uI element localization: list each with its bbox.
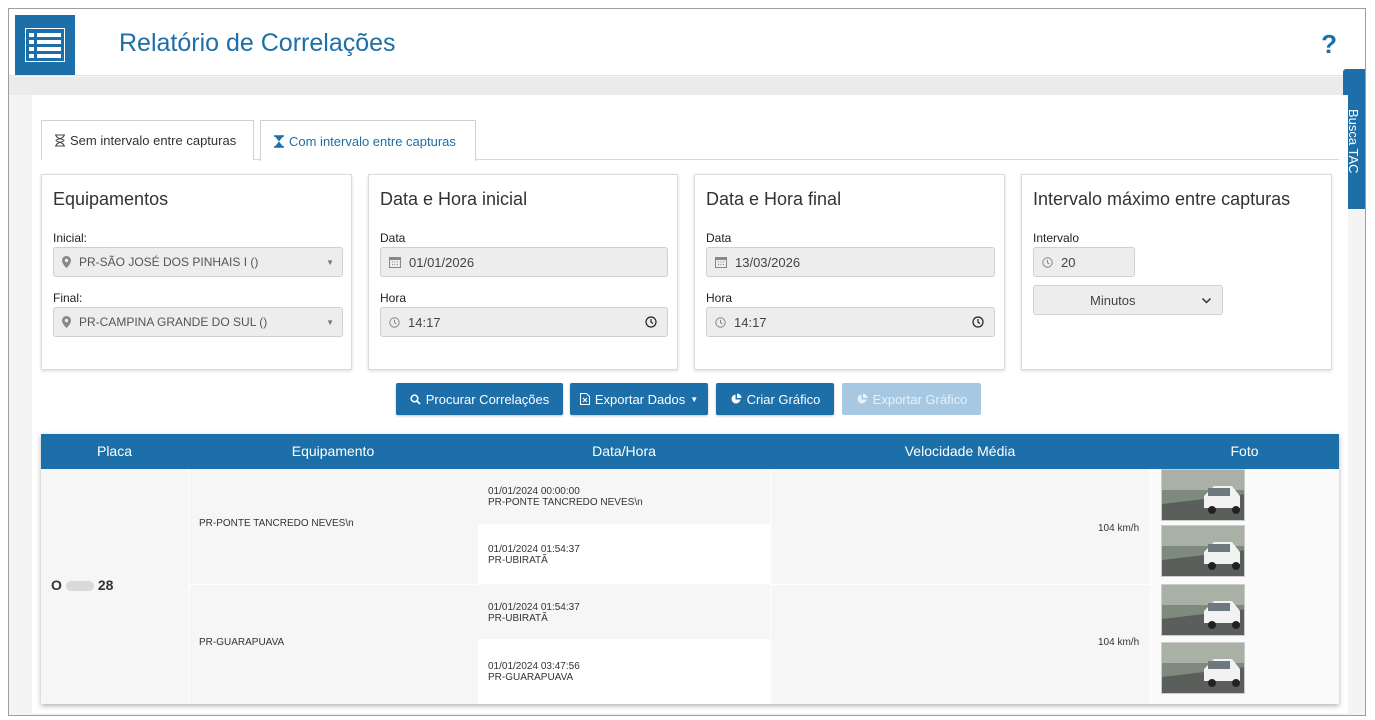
tab-com-intervalo[interactable]: Com intervalo entre capturas [260, 120, 476, 161]
main-panel: Sem intervalo entre capturas Com interva… [32, 95, 1348, 713]
card-equipamentos: Equipamentos Inicial: PR-SÃO JOSÉ DOS PI… [41, 174, 352, 370]
clock-icon [1042, 256, 1053, 268]
help-button[interactable]: ? [1321, 29, 1337, 60]
event-location: PR-PONTE TANCREDO NEVES\n [488, 497, 643, 508]
intervalo-unit-select[interactable]: Minutos [1033, 285, 1223, 315]
hourglass-icon [274, 134, 284, 148]
equipamento-inicial-select[interactable]: PR-SÃO JOSÉ DOS PINHAIS I () ▼ [53, 247, 343, 277]
hora-final-input[interactable]: 14:17 [706, 307, 995, 337]
table-cell-velocidade [770, 469, 1150, 584]
velocidade-value: 104 km/h [1098, 523, 1140, 534]
column-header-equipamento[interactable]: Equipamento [188, 434, 478, 469]
final-label: Final: [53, 291, 83, 305]
card-data-hora-inicial: Data e Hora inicial Data 01/01/2026 Hora… [368, 174, 678, 370]
redacted-plate [65, 581, 94, 592]
tab-label: Com intervalo entre capturas [289, 133, 456, 149]
calendar-icon [389, 256, 401, 268]
event-datetime: 01/01/2024 00:00:00 [488, 486, 580, 497]
clock-icon [715, 316, 726, 328]
equipamento-value: PR-PONTE TANCREDO NEVES\n [199, 518, 354, 529]
event-datetime: 01/01/2024 03:47:56 [488, 661, 580, 672]
side-tab-label: Busca TAC [1346, 109, 1361, 174]
card-intervalo: Intervalo máximo entre capturas Interval… [1021, 174, 1332, 370]
search-icon [410, 393, 421, 405]
app-window: Relatório de Correlações ? Busca TAC Sem… [8, 8, 1366, 716]
column-header-foto[interactable]: Foto [1150, 434, 1339, 469]
data-label: Data [706, 231, 732, 245]
vehicle-photo[interactable] [1161, 525, 1245, 577]
event-datetime: 01/01/2024 01:54:37 [488, 544, 580, 555]
data-inicial-input[interactable]: 01/01/2026 [380, 247, 668, 277]
header-divider [9, 77, 1365, 95]
pie-chart-icon [731, 393, 742, 404]
card-title: Intervalo máximo entre capturas [1033, 189, 1291, 209]
hora-label: Hora [706, 291, 733, 305]
equipamento-value: PR-GUARAPUAVA [199, 637, 285, 648]
event-datetime: 01/01/2024 01:54:37 [488, 602, 580, 613]
clock-icon [389, 316, 400, 328]
card-title: Data e Hora inicial [380, 189, 528, 209]
header: Relatório de Correlações ? [9, 9, 1365, 76]
velocidade-value: 104 km/h [1098, 637, 1140, 648]
list-menu-icon [25, 28, 65, 62]
results-table: Placa Equipamento Data/Hora Velocidade M… [41, 434, 1339, 704]
menu-button[interactable] [15, 15, 75, 75]
page-title: Relatório de Correlações [119, 29, 396, 57]
tab-bar: Sem intervalo entre capturas Com interva… [41, 120, 1339, 161]
column-header-data-hora[interactable]: Data/Hora [478, 434, 770, 469]
vehicle-photo[interactable] [1161, 584, 1245, 636]
exportar-grafico-button[interactable]: Exportar Gráfico [842, 383, 981, 415]
intervalo-input[interactable]: 20 [1033, 247, 1135, 277]
clock-picker-icon[interactable] [645, 316, 657, 328]
column-header-placa[interactable]: Placa [41, 434, 188, 469]
event-location: PR-UBIRATÃ [488, 555, 548, 566]
inicial-label: Inicial: [53, 231, 88, 245]
pie-chart-icon [857, 393, 868, 404]
card-data-hora-final: Data e Hora final Data 13/03/2026 Hora 1… [694, 174, 1005, 370]
exportar-dados-button[interactable]: Exportar Dados ▼ [570, 383, 708, 415]
data-label: Data [380, 231, 406, 245]
event-location: PR-GUARAPUAVA [488, 672, 574, 683]
vehicle-photo[interactable] [1161, 469, 1245, 521]
event-location: PR-UBIRATÃ [488, 613, 548, 624]
procurar-correlacoes-button[interactable]: Procurar Correlações [396, 383, 563, 415]
vehicle-photo[interactable] [1161, 642, 1245, 694]
card-title: Data e Hora final [706, 189, 842, 209]
equipamento-final-select[interactable]: PR-CAMPINA GRANDE DO SUL () ▼ [53, 307, 343, 337]
file-excel-icon [579, 393, 590, 405]
tab-label: Sem intervalo entre capturas [70, 133, 237, 148]
hora-label: Hora [380, 291, 407, 305]
map-marker-icon [62, 316, 71, 328]
calendar-icon [715, 256, 727, 268]
table-cell-velocidade [770, 584, 1150, 704]
hora-inicial-input[interactable]: 14:17 [380, 307, 668, 337]
table-header: Placa Equipamento Data/Hora Velocidade M… [41, 434, 1339, 469]
action-bar: Procurar Correlações Exportar Dados ▼ Cr… [32, 383, 1348, 417]
map-marker-icon [62, 256, 71, 268]
hourglass-outline-icon [55, 134, 65, 147]
card-title: Equipamentos [53, 189, 169, 209]
caret-down-icon: ▼ [326, 317, 334, 327]
chevron-down-icon [1201, 294, 1212, 309]
intervalo-label: Intervalo [1033, 231, 1080, 245]
caret-down-icon: ▼ [690, 394, 699, 404]
tab-sem-intervalo[interactable]: Sem intervalo entre capturas [41, 120, 254, 160]
plate-value: O 28 [51, 577, 114, 593]
caret-down-icon: ▼ [326, 257, 334, 267]
column-header-velocidade[interactable]: Velocidade Média [770, 434, 1150, 469]
clock-picker-icon[interactable] [972, 316, 984, 328]
data-final-input[interactable]: 13/03/2026 [706, 247, 995, 277]
criar-grafico-button[interactable]: Criar Gráfico [716, 383, 834, 415]
